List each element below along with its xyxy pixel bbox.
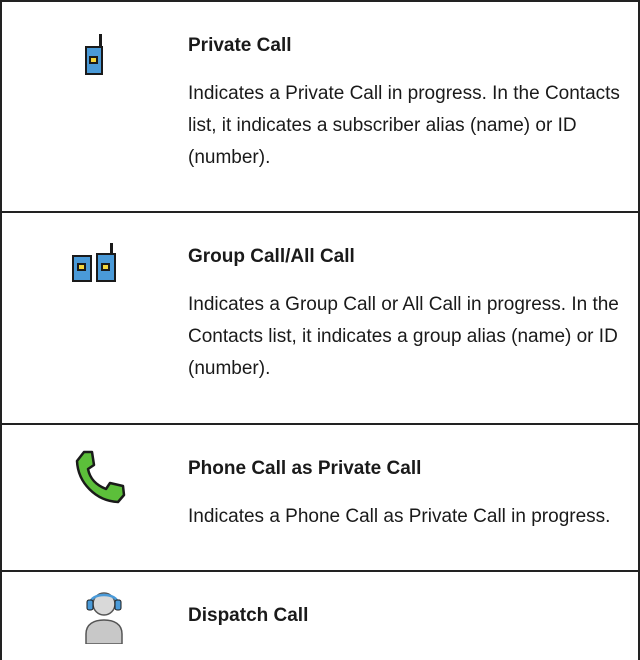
table-row-group-call: Group Call/All Call Indicates a Group Ca… — [0, 211, 640, 423]
row-title: Phone Call as Private Call — [188, 458, 422, 479]
row-title: Dispatch Call — [188, 605, 309, 626]
table-row-phone-call: Phone Call as Private Call Indicates a P… — [0, 423, 640, 570]
table-row-private-call: Private Call Indicates a Private Call in… — [0, 0, 640, 211]
row-description: Indicates a Private Call in progress. In… — [188, 83, 620, 168]
row-title: Group Call/All Call — [188, 246, 355, 267]
icon-table: Private Call Indicates a Private Call in… — [0, 0, 640, 660]
dispatcher-headset-icon — [85, 592, 123, 644]
row-title: Private Call — [188, 35, 292, 56]
radio-icon — [85, 34, 103, 75]
phone-handset-icon — [75, 450, 126, 504]
table-row-dispatch-call: Dispatch Call — [0, 570, 640, 660]
row-description: Indicates a Group Call or All Call in pr… — [188, 294, 619, 379]
row-description: Indicates a Phone Call as Private Call i… — [188, 506, 611, 527]
two-radios-icon — [72, 243, 116, 282]
